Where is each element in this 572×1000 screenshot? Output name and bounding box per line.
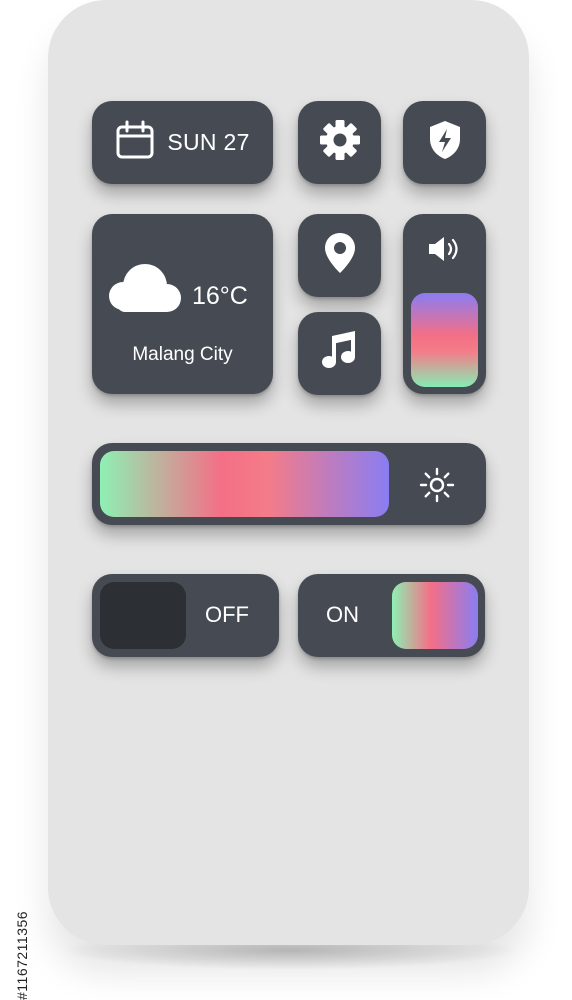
temperature: 16°C: [192, 282, 248, 310]
sun-icon: [419, 467, 455, 508]
shield-button[interactable]: [403, 101, 486, 184]
brightness-slider[interactable]: [92, 443, 486, 525]
location-button[interactable]: [298, 214, 381, 297]
speaker-icon: [428, 235, 462, 268]
calendar-icon: [115, 120, 155, 165]
volume-slider[interactable]: [403, 214, 486, 394]
music-button[interactable]: [298, 312, 381, 395]
toggle-knob-off[interactable]: [100, 582, 186, 649]
gear-icon: [318, 118, 362, 167]
music-note-icon: [320, 331, 360, 376]
weather-tile[interactable]: 16°C Malang City: [92, 214, 273, 394]
city-name: Malang City: [132, 344, 233, 365]
toggle-off[interactable]: OFF: [92, 574, 279, 657]
side-id-text: #1167211356: [14, 910, 30, 1000]
toggle-knob-on[interactable]: [392, 582, 478, 649]
location-pin-icon: [323, 231, 357, 280]
brightness-level-fill[interactable]: [100, 451, 389, 517]
shield-bolt-icon: [427, 119, 463, 166]
settings-button[interactable]: [298, 101, 381, 184]
toggle-on[interactable]: ON: [298, 574, 485, 657]
toggle-on-label: ON: [326, 602, 359, 627]
volume-level-fill[interactable]: [411, 293, 478, 387]
date-label: SUN 27: [167, 129, 250, 155]
date-tile[interactable]: SUN 27: [92, 101, 273, 184]
toggle-off-label: OFF: [205, 602, 249, 627]
cloud-icon: [101, 258, 185, 325]
